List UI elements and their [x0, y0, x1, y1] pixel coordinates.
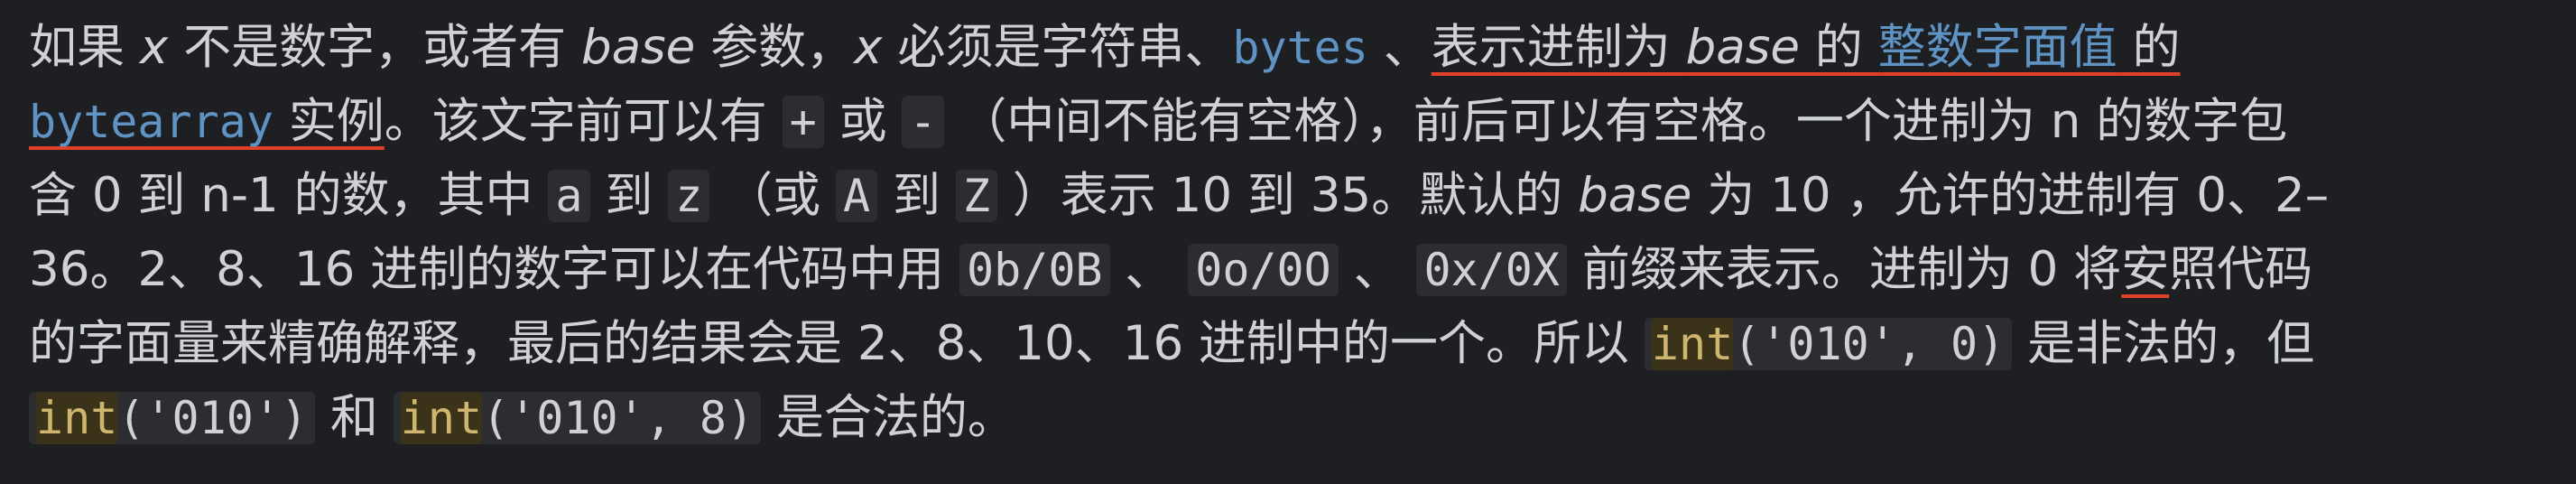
- text-line-5: 的字面量来精确解释，最后的结果会是 2、8、10、16 进制中的一个。所以 in…: [29, 307, 2556, 381]
- type-link[interactable]: bytes: [1232, 22, 1368, 74]
- type-link[interactable]: bytearray: [29, 96, 273, 148]
- text-span: 。该文字前可以有: [384, 94, 783, 149]
- text-line-1: 如果 x 不是数字，或者有 base 参数，x 必须是字符串、bytes 、表示…: [29, 11, 2556, 85]
- text-span: 或: [823, 94, 903, 149]
- param-name: base: [580, 20, 696, 75]
- spellcheck-underlined-text: 的: [1799, 20, 1878, 75]
- text-span: 和: [315, 390, 394, 445]
- text-line-3: 含 0 到 n-1 的数，其中 a 到 z （或 A 到 Z ）表示 10 到 …: [29, 159, 2556, 233]
- doc-link[interactable]: 整数字面值: [1878, 20, 2117, 75]
- inline-code: Z: [955, 170, 997, 222]
- text-span: 前缀来表示。进制为 0 将: [1566, 242, 2122, 297]
- text-span: （或: [709, 168, 837, 223]
- text-span: ）表示 10 到 35。默认的: [996, 168, 1579, 223]
- text-span: 照代码: [2169, 242, 2313, 297]
- inline-code: 0b/0B: [959, 244, 1110, 296]
- text-span: （中间不能有空格），前后可以有空格。一个进制为 n 的数字包: [943, 94, 2288, 149]
- spellcheck-underlined-text: 实例: [273, 94, 385, 149]
- param-name: x: [139, 20, 169, 75]
- code-args: ('010', 0): [1733, 318, 2006, 370]
- inline-code: 0x/0X: [1416, 244, 1567, 296]
- text-span: 、: [1109, 242, 1189, 297]
- inline-code: -: [902, 96, 944, 148]
- documentation-paragraph: 如果 x 不是数字，或者有 base 参数，x 必须是字符串、bytes 、表示…: [0, 0, 2576, 484]
- text-span: 参数，: [695, 20, 855, 75]
- param-name: x: [854, 20, 883, 75]
- text-span: 为 10 ，允许的进制有 0、2–: [1691, 168, 2330, 223]
- text-span: 到: [877, 168, 956, 223]
- builtin-keyword: int: [1651, 318, 1734, 370]
- text-span: 的字面量来精确解释，最后的结果会是 2、8、10、16 进制中的一个。所以: [29, 316, 1645, 371]
- text-line-6: int('010') 和 int('010', 8) 是合法的。: [29, 381, 2556, 455]
- text-span: 是非法的，但: [2012, 316, 2315, 371]
- text-span: 必须是字符串、: [882, 20, 1233, 75]
- spellcheck-underlined-text: 表示进制为: [1431, 20, 1686, 75]
- text-line-2: bytearray 实例。该文字前可以有 + 或 - （中间不能有空格），前后可…: [29, 85, 2556, 159]
- inline-code-call: int('010', 8): [393, 392, 762, 444]
- param-name: base: [1578, 168, 1692, 223]
- spellcheck-underlined-text: 安: [2121, 242, 2170, 297]
- text-span: 到: [589, 168, 669, 223]
- inline-code: 0o/0O: [1188, 244, 1339, 296]
- inline-code: z: [668, 170, 710, 222]
- builtin-keyword: int: [36, 392, 118, 444]
- text-span: 不是数字，或者有: [168, 20, 581, 75]
- inline-code: a: [548, 170, 590, 222]
- inline-code: A: [836, 170, 878, 222]
- text-span: 、: [1367, 20, 1432, 75]
- text-span: 36。2、8、16 进制的数字可以在代码中用: [29, 242, 960, 297]
- text-span: 如果: [29, 20, 140, 75]
- text-span: 是合法的。: [761, 390, 1015, 445]
- param-name: base: [1685, 20, 1800, 75]
- text-span: 含 0 到 n-1 的数，其中: [29, 168, 549, 223]
- inline-code-call: int('010'): [29, 392, 316, 444]
- text-line-4: 36。2、8、16 进制的数字可以在代码中用 0b/0B 、 0o/0O 、 0…: [29, 233, 2556, 307]
- inline-code: +: [782, 96, 824, 148]
- spellcheck-underlined-text: 的: [2117, 20, 2181, 75]
- builtin-keyword: int: [400, 392, 483, 444]
- code-args: ('010', 8): [482, 392, 755, 444]
- code-args: ('010'): [117, 392, 309, 444]
- inline-code-call: int('010', 0): [1644, 318, 2013, 370]
- text-span: 、: [1338, 242, 1417, 297]
